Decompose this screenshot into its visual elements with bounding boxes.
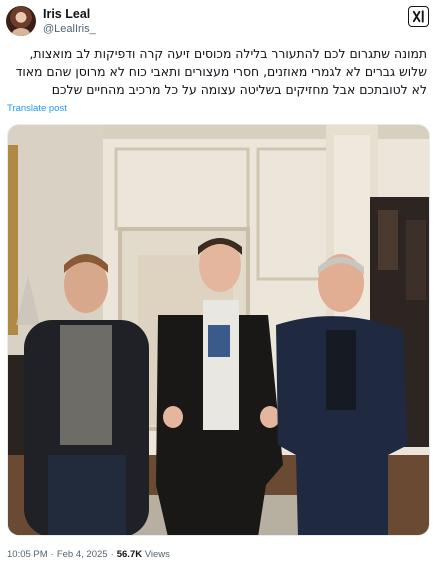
tweet-photo[interactable]	[7, 124, 430, 536]
grok-button[interactable]	[408, 6, 429, 27]
translate-post-link[interactable]: Translate post	[7, 103, 67, 114]
photo-image	[8, 125, 429, 535]
tweet-text: תמונה שתגרום לכם להתעורר בלילה מכוסים זי…	[6, 45, 427, 98]
tweet-header: Iris Leal @LealIris_	[6, 6, 429, 38]
author-avatar[interactable]	[6, 6, 36, 36]
post-time[interactable]: 10:05 PM	[7, 549, 48, 560]
meta-separator: ·	[110, 549, 114, 560]
author-display-name[interactable]: Iris Leal	[43, 7, 90, 21]
author-handle[interactable]: @LealIris_	[43, 23, 96, 35]
views-count: 56.7K	[116, 549, 143, 560]
tweet-meta: 10:05 PM · Feb 4, 2025 · 56.7K Views	[7, 549, 170, 560]
post-date[interactable]: Feb 4, 2025	[57, 549, 108, 560]
tweet-text-line: לא לטובתכם אבל מחזיקים בשליטה עצומה על כ…	[51, 81, 427, 97]
xai-grok-icon	[412, 10, 424, 23]
tweet-text-line: שלוש גברים לא לגמרי מאוזנים, חסרי מעצורי…	[15, 63, 427, 79]
meta-separator: ·	[50, 549, 54, 560]
tweet-text-line: תמונה שתגרום לכם להתעורר בלילה מכוסים זי…	[29, 46, 427, 61]
views-label: Views	[144, 549, 170, 560]
